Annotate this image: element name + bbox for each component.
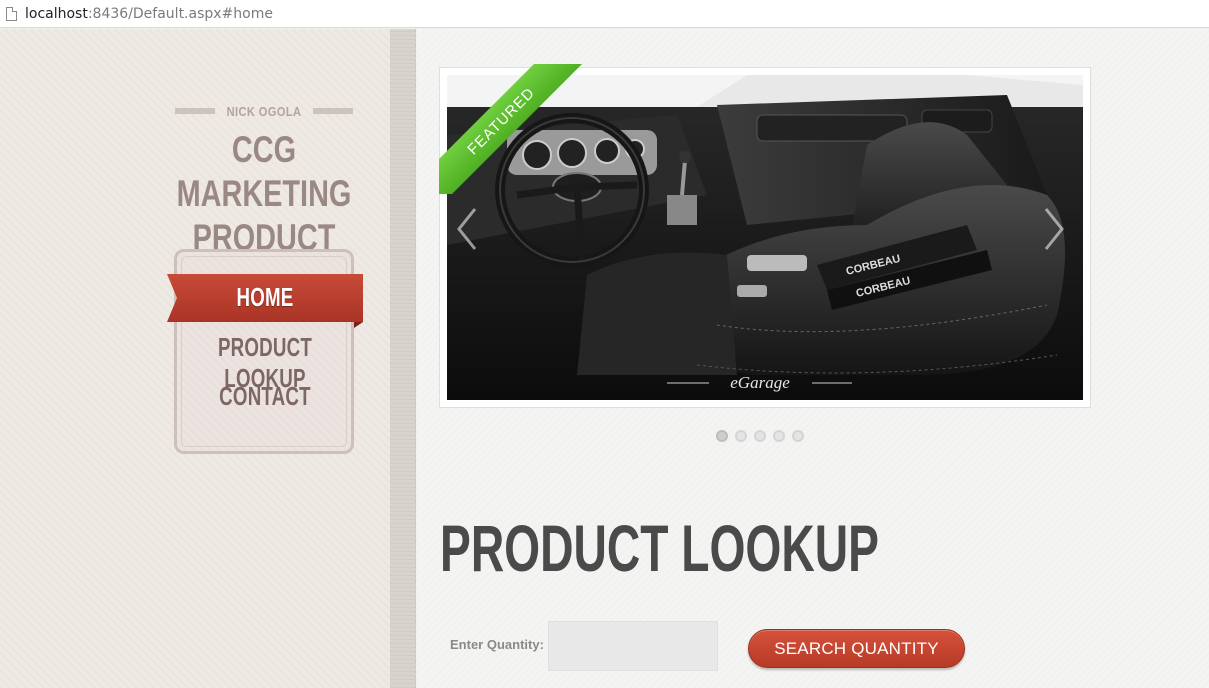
slider-dot-1[interactable]: [716, 430, 728, 442]
image-watermark: eGarage: [730, 373, 790, 392]
search-quantity-button[interactable]: SEARCH QUANTITY: [748, 629, 965, 668]
url-text[interactable]: localhost:8436/Default.aspx#home: [25, 6, 273, 22]
slider-dot-4[interactable]: [773, 430, 785, 442]
byline-bar-right: [313, 108, 353, 114]
slider-dot-2[interactable]: [735, 430, 747, 442]
slider-next-button[interactable]: [1042, 205, 1066, 253]
sidebar-divider: [390, 29, 416, 688]
car-interior-photo: CORBEAU CORBEAU eGarage: [447, 75, 1083, 400]
address-bar[interactable]: localhost:8436/Default.aspx#home: [0, 0, 1209, 28]
featured-slide-image[interactable]: CORBEAU CORBEAU eGarage: [447, 75, 1083, 400]
url-path: :8436/Default.aspx#home: [87, 5, 273, 22]
author-name: NICK OGOLA: [226, 103, 302, 119]
author-byline: NICK OGOLA: [175, 102, 353, 120]
quantity-input[interactable]: [548, 621, 718, 671]
ribbon-fold: [354, 322, 363, 328]
dashed-divider: [415, 29, 416, 688]
site-title-line1: CCG MARKETING: [176, 129, 352, 214]
slider-dot-3[interactable]: [754, 430, 766, 442]
nav-item-home[interactable]: HOME: [194, 282, 335, 313]
slider-pagination: [716, 430, 804, 444]
slider-prev-button[interactable]: [455, 205, 479, 253]
chevron-right-icon: [1044, 208, 1064, 250]
slider-dot-5[interactable]: [792, 430, 804, 442]
url-host: localhost: [25, 5, 88, 22]
product-lookup-heading: PRODUCT LOOKUP: [440, 511, 879, 585]
quantity-label: Enter Quantity:: [450, 637, 544, 652]
byline-bar-left: [175, 108, 215, 114]
nav-item-contact[interactable]: CONTACT: [194, 381, 335, 412]
page-icon: [6, 6, 17, 21]
chevron-left-icon: [457, 208, 477, 250]
